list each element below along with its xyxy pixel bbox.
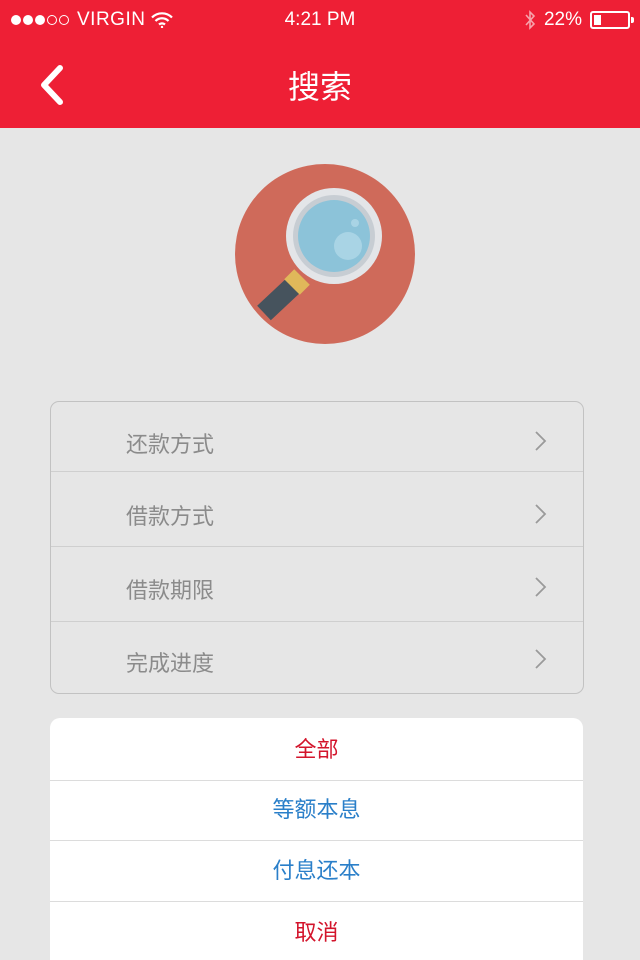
battery-icon xyxy=(590,11,634,29)
chevron-right-icon xyxy=(535,649,547,669)
chevron-right-icon xyxy=(535,577,547,597)
bluetooth-icon xyxy=(525,10,536,30)
battery-percent: 22% xyxy=(543,9,582,30)
filter-list: 还款方式 借款方式 借款期限 完成进度 xyxy=(50,401,584,694)
status-right: 22% xyxy=(524,9,634,31)
filter-row-progress[interactable]: 完成进度 xyxy=(51,622,583,693)
page-title: 搜索 xyxy=(287,68,352,106)
magnifier-icon xyxy=(235,164,415,344)
cancel-button[interactable]: 取消 xyxy=(50,902,583,960)
filter-label: 完成进度 xyxy=(126,652,215,677)
action-interest-first[interactable]: 付息还本 xyxy=(50,841,583,902)
status-bar: VIRGIN 4:21 PM 22% xyxy=(0,0,640,40)
filter-label: 借款方式 xyxy=(126,505,215,530)
filter-row-loan-method[interactable]: 借款方式 xyxy=(51,472,583,547)
filter-label: 借款期限 xyxy=(126,579,215,604)
filter-row-loan-term[interactable]: 借款期限 xyxy=(51,547,583,622)
filter-row-repayment-method[interactable]: 还款方式 xyxy=(51,402,583,472)
chevron-right-icon xyxy=(535,504,547,524)
action-sheet: 全部 等额本息 付息还本 取消 xyxy=(50,718,583,960)
action-all[interactable]: 全部 xyxy=(50,718,583,781)
filter-label: 还款方式 xyxy=(126,433,215,458)
chevron-right-icon xyxy=(535,431,547,451)
top-bar: VIRGIN 4:21 PM 22% 搜索 xyxy=(0,0,640,128)
battery-fill xyxy=(594,15,601,25)
action-equal-installment[interactable]: 等额本息 xyxy=(50,781,583,841)
